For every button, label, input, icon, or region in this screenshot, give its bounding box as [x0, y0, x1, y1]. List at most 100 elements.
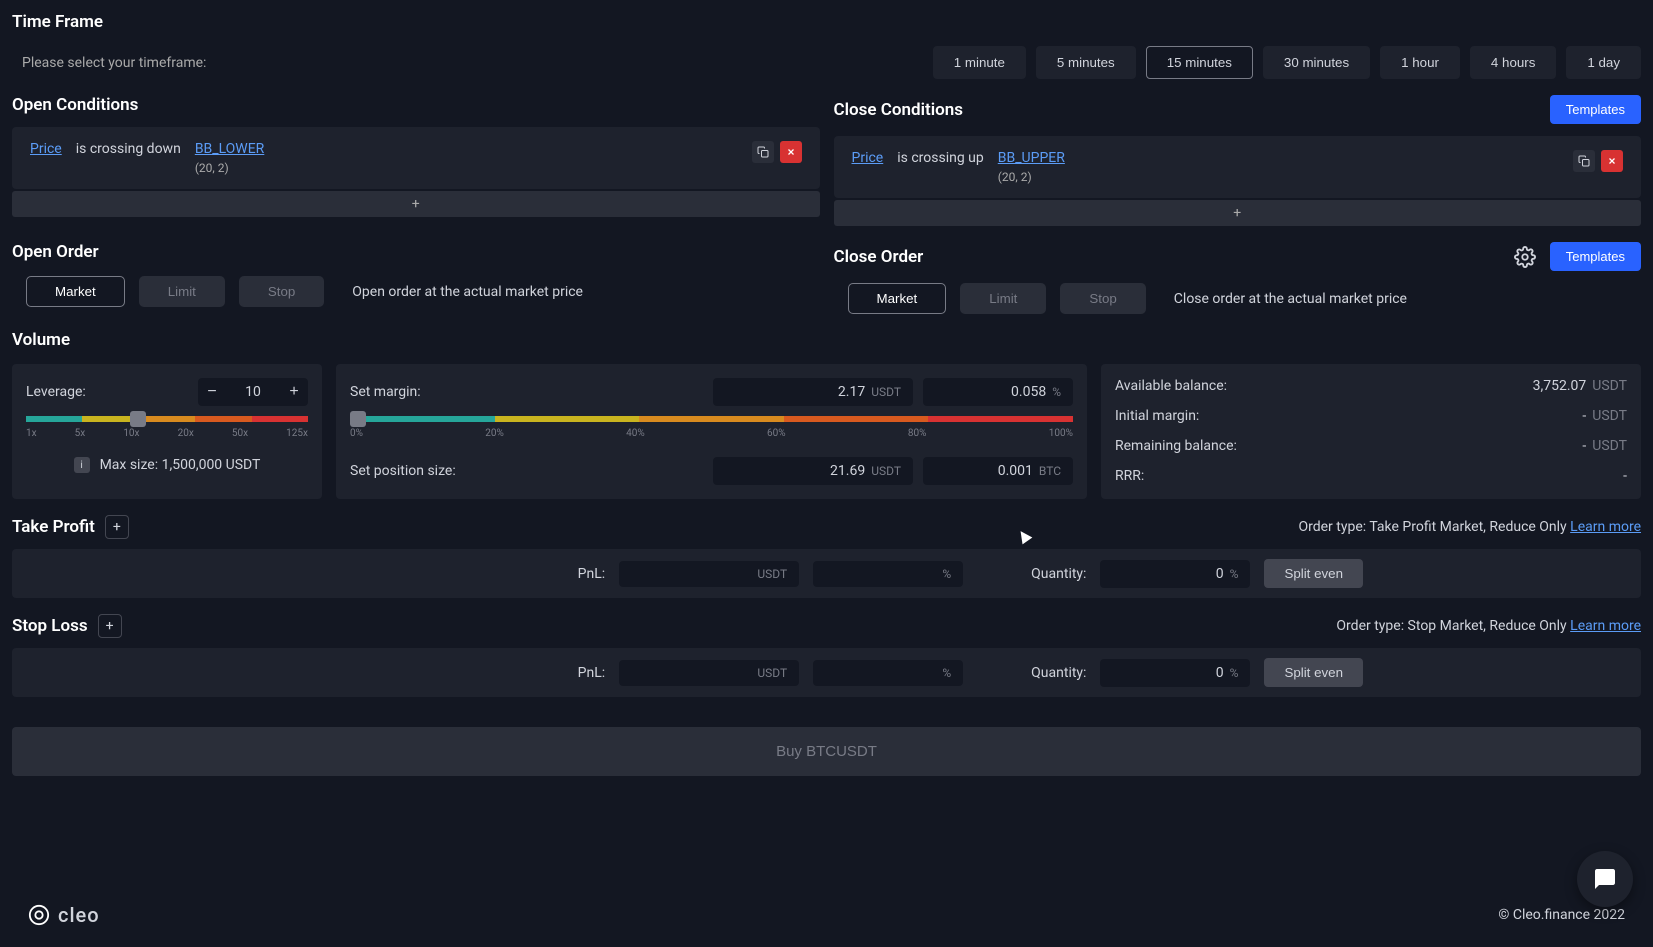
initial-margin-label: Initial margin:: [1115, 408, 1199, 424]
leverage-thumb[interactable]: [130, 411, 146, 427]
add-open-condition[interactable]: +: [12, 191, 820, 217]
unit: USDT: [1592, 438, 1627, 454]
stop-loss-title: Stop Loss: [12, 616, 88, 636]
timeframe-title: Time Frame: [12, 12, 1641, 32]
chat-fab[interactable]: [1577, 851, 1633, 907]
info-icon[interactable]: i: [74, 457, 90, 473]
leverage-card: Leverage: − 10 + 1x: [12, 364, 322, 499]
tp-qty-label: Quantity:: [1031, 566, 1086, 582]
tick: 100%: [1049, 428, 1073, 439]
tick: 60%: [767, 428, 786, 439]
timeframe-section: Time Frame Please select your timeframe:…: [12, 12, 1641, 79]
tf-30m[interactable]: 30 minutes: [1263, 46, 1370, 79]
sl-qty-label: Quantity:: [1031, 665, 1086, 681]
initial-margin-value: -: [1582, 408, 1586, 424]
stop-loss-row: PnL: USDT % Quantity: 0 % Split even: [12, 648, 1641, 697]
unit: USDT: [1592, 378, 1627, 394]
close-cond-indicator[interactable]: BB_UPPER: [998, 150, 1065, 166]
close-cond-subject[interactable]: Price: [852, 150, 884, 166]
close-order-hint: Close order at the actual market price: [1174, 291, 1407, 307]
remaining-balance-value: -: [1582, 438, 1586, 454]
close-order-tab-limit[interactable]: Limit: [960, 283, 1046, 314]
tick: 80%: [908, 428, 927, 439]
take-profit-row: PnL: USDT % Quantity: 0 % Split even: [12, 549, 1641, 598]
close-order-column: Close Order Templates Market Limit Stop …: [834, 242, 1642, 314]
leverage-stepper: − 10 +: [198, 378, 308, 406]
open-cond-relation: is crossing down: [76, 141, 181, 157]
open-condition-card: Price is crossing down BB_LOWER (20, 2): [12, 127, 820, 189]
leverage-value: 10: [226, 384, 280, 400]
tp-learn-more[interactable]: Learn more: [1570, 519, 1641, 535]
timeframe-prompt: Please select your timeframe:: [12, 55, 206, 71]
tf-1m[interactable]: 1 minute: [933, 46, 1026, 79]
sl-pct-input[interactable]: %: [813, 660, 963, 686]
close-order-tab-market[interactable]: Market: [848, 283, 947, 314]
buy-button[interactable]: Buy BTCUSDT: [12, 727, 1641, 776]
leverage-decrement[interactable]: −: [198, 378, 226, 406]
copy-icon[interactable]: [752, 141, 774, 163]
margin-card: Set margin: 2.17 USDT 0.058 %: [336, 364, 1087, 499]
tf-4h[interactable]: 4 hours: [1470, 46, 1556, 79]
sl-pnl-input[interactable]: USDT: [619, 660, 799, 686]
volume-section: Volume Leverage: − 10 +: [12, 330, 1641, 499]
tp-qty-input[interactable]: 0 %: [1100, 560, 1250, 588]
footer: cleo © Cleo.finance 2022: [0, 883, 1653, 947]
tf-5m[interactable]: 5 minutes: [1036, 46, 1136, 79]
sl-learn-more[interactable]: Learn more: [1570, 618, 1641, 634]
tf-1d[interactable]: 1 day: [1566, 46, 1641, 79]
add-take-profit[interactable]: +: [105, 515, 129, 539]
close-conditions-title: Close Conditions: [834, 100, 963, 120]
margin-slider[interactable]: [350, 416, 1073, 422]
sl-split-even-button[interactable]: Split even: [1264, 658, 1363, 687]
margin-pct-input[interactable]: 0.058 %: [923, 378, 1073, 406]
leverage-slider[interactable]: [26, 416, 308, 422]
tp-pnl-input[interactable]: USDT: [619, 561, 799, 587]
close-cond-params: (20, 2): [998, 170, 1065, 184]
take-profit-title: Take Profit: [12, 517, 95, 537]
tf-15m[interactable]: 15 minutes: [1146, 46, 1253, 79]
volume-title: Volume: [12, 330, 1641, 350]
close-order-tab-stop[interactable]: Stop: [1060, 283, 1145, 314]
sl-pnl-label: PnL:: [578, 665, 606, 681]
open-order-tab-market[interactable]: Market: [26, 276, 125, 307]
conditions-templates-button[interactable]: Templates: [1550, 95, 1641, 124]
brand-logo: cleo: [28, 903, 100, 927]
set-position-label: Set position size:: [350, 463, 456, 479]
available-balance-value: 3,752.07: [1533, 378, 1587, 394]
leverage-increment[interactable]: +: [280, 378, 308, 406]
add-stop-loss[interactable]: +: [98, 614, 122, 638]
margin-input[interactable]: 2.17 USDT: [713, 378, 913, 406]
tick: 125x: [286, 428, 308, 439]
tp-pct-input[interactable]: %: [813, 561, 963, 587]
set-margin-label: Set margin:: [350, 384, 421, 400]
balances-card: Available balance: 3,752.07 USDT Initial…: [1101, 364, 1641, 499]
copyright: © Cleo.finance 2022: [1498, 907, 1625, 923]
margin-thumb[interactable]: [350, 411, 366, 427]
close-cond-relation: is crossing up: [897, 150, 984, 166]
tp-split-even-button[interactable]: Split even: [1264, 559, 1363, 588]
open-order-tab-limit[interactable]: Limit: [139, 276, 225, 307]
position-input[interactable]: 21.69 USDT: [713, 457, 913, 485]
unit: USDT: [1592, 408, 1627, 424]
delete-icon[interactable]: [780, 141, 802, 163]
open-order-title: Open Order: [12, 242, 820, 262]
open-order-tab-stop[interactable]: Stop: [239, 276, 324, 307]
sl-qty-input[interactable]: 0 %: [1100, 659, 1250, 687]
open-cond-indicator[interactable]: BB_LOWER: [195, 141, 265, 157]
tf-1h[interactable]: 1 hour: [1380, 46, 1460, 79]
delete-icon[interactable]: [1601, 150, 1623, 172]
brand-text: cleo: [58, 903, 100, 927]
add-close-condition[interactable]: +: [834, 200, 1642, 226]
gear-icon[interactable]: [1514, 246, 1536, 268]
open-order-hint: Open order at the actual market price: [352, 284, 583, 300]
close-condition-card: Price is crossing up BB_UPPER (20, 2): [834, 136, 1642, 198]
position-btc-input[interactable]: 0.001 BTC: [923, 457, 1073, 485]
open-conditions-column: Open Conditions Price is crossing down B…: [12, 95, 820, 226]
tick: 20x: [178, 428, 194, 439]
open-cond-params: (20, 2): [195, 161, 265, 175]
remaining-balance-label: Remaining balance:: [1115, 438, 1237, 454]
copy-icon[interactable]: [1573, 150, 1595, 172]
order-templates-button[interactable]: Templates: [1550, 242, 1641, 271]
open-cond-subject[interactable]: Price: [30, 141, 62, 157]
tick: 50x: [232, 428, 248, 439]
